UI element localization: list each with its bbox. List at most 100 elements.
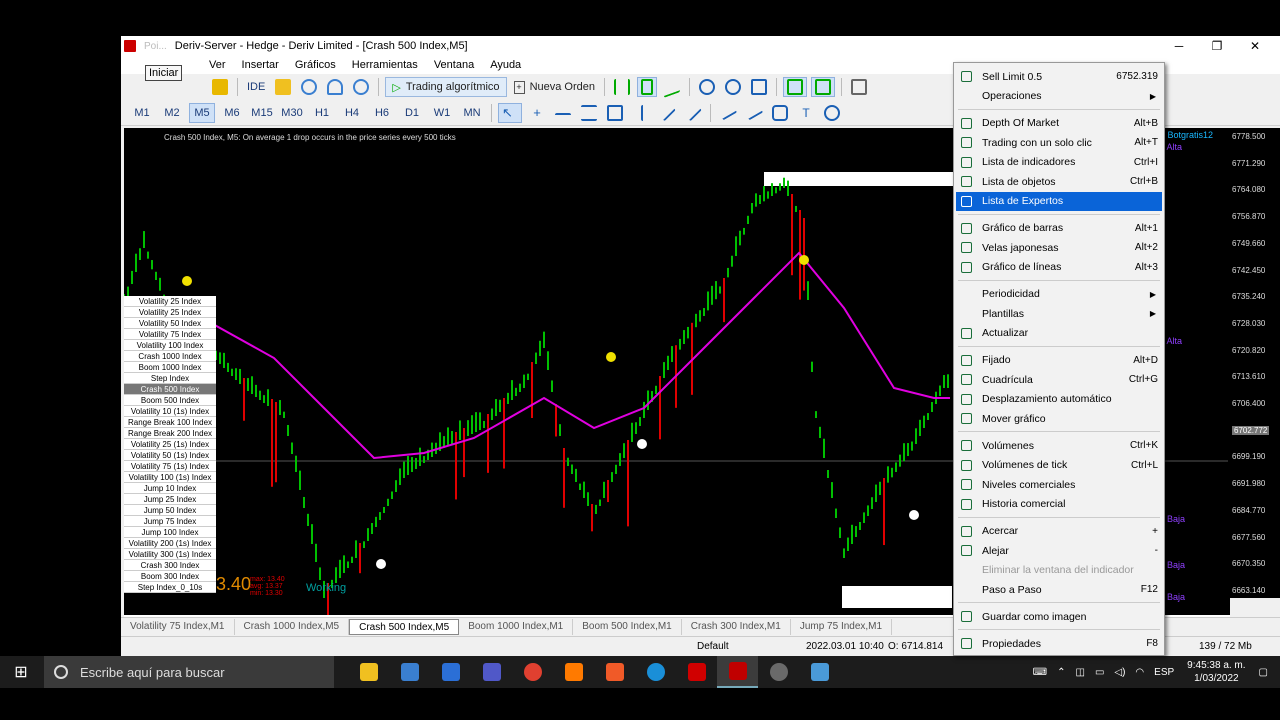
taskbar-app[interactable] — [512, 656, 553, 688]
symbol-item[interactable]: Step Index — [124, 373, 216, 384]
symbol-item[interactable]: Crash 1000 Index — [124, 351, 216, 362]
notifications-icon[interactable]: ▢ — [1259, 667, 1268, 678]
ray-tool[interactable] — [682, 103, 704, 123]
ide-button[interactable]: IDE — [244, 77, 268, 97]
chart-tab[interactable]: Crash 300 Index,M1 — [682, 618, 791, 635]
symbol-item[interactable]: Volatility 25 Index — [124, 296, 216, 307]
algo-trading-button[interactable]: ▷ Trading algorítmico — [385, 77, 507, 97]
wifi-icon[interactable]: ◠ — [1135, 667, 1144, 678]
menu-item-lista-de-indicadores[interactable]: Lista de indicadores Ctrl+I — [956, 153, 1162, 172]
taskbar-app[interactable] — [471, 656, 512, 688]
taskbar-app[interactable] — [553, 656, 594, 688]
symbol-item[interactable]: Crash 300 Index — [124, 560, 216, 571]
menu-item-sell-limit-0-5[interactable]: Sell Limit 0.5 6752.319 — [956, 67, 1162, 86]
tf-h4[interactable]: H4 — [339, 103, 365, 123]
zoom-in-button[interactable] — [696, 77, 718, 97]
hline-tool[interactable] — [552, 103, 574, 123]
chart-tab[interactable]: Crash 500 Index,M5 — [349, 618, 460, 635]
symbol-item[interactable]: Boom 300 Index — [124, 571, 216, 582]
restore-button[interactable]: ❐ — [1198, 36, 1236, 56]
lock-button[interactable] — [272, 77, 294, 97]
symbol-item[interactable]: Volatility 100 (1s) Index — [124, 472, 216, 483]
new-order-button[interactable]: + Nueva Orden — [511, 77, 598, 97]
menu-item-lista-de-objetos[interactable]: Lista de objetos Ctrl+B — [956, 172, 1162, 191]
symbol-item[interactable]: Volatility 100 Index — [124, 340, 216, 351]
chart-tab[interactable]: Boom 500 Index,M1 — [573, 618, 682, 635]
language-indicator[interactable]: ESP — [1154, 667, 1174, 678]
vps-button[interactable] — [350, 77, 372, 97]
symbol-item[interactable]: Range Break 200 Index — [124, 428, 216, 439]
tf-m30[interactable]: M30 — [279, 103, 305, 123]
symbol-item[interactable]: Boom 1000 Index — [124, 362, 216, 373]
gann-tool[interactable] — [743, 103, 765, 123]
menu-ventana[interactable]: Ventana — [426, 59, 482, 71]
menu-item-grafico-de-lineas[interactable]: Gráfico de líneas Alt+3 — [956, 258, 1162, 277]
chart-tab[interactable]: Jump 75 Index,M1 — [791, 618, 893, 635]
clock[interactable]: 9:45:38 a. m. 1/03/2022 — [1187, 659, 1245, 685]
taskbar-app[interactable] — [799, 656, 840, 688]
menu-item-volumenes-de-tick[interactable]: Volúmenes de tick Ctrl+L — [956, 456, 1162, 475]
battery-icon[interactable]: ▭ — [1095, 667, 1104, 678]
candles-button[interactable] — [637, 77, 657, 97]
zoom-out-button[interactable] — [722, 77, 744, 97]
taskbar-app[interactable] — [676, 656, 717, 688]
minimize-button[interactable]: ─ — [1160, 36, 1198, 56]
symbol-item[interactable]: Jump 75 Index — [124, 516, 216, 527]
taskbar-app[interactable] — [594, 656, 635, 688]
menu-ayuda[interactable]: Ayuda — [482, 59, 529, 71]
signal-button[interactable] — [298, 77, 320, 97]
symbol-item[interactable]: Volatility 75 (1s) Index — [124, 461, 216, 472]
chart-tab[interactable]: Crash 1000 Index,M5 — [235, 618, 350, 635]
taskbar-app[interactable] — [389, 656, 430, 688]
menu-item-niveles-comerciales[interactable]: Niveles comerciales — [956, 475, 1162, 494]
symbol-item[interactable]: Jump 10 Index — [124, 483, 216, 494]
trendline-tool[interactable] — [656, 103, 678, 123]
chart-tab[interactable]: Boom 1000 Index,M1 — [459, 618, 574, 635]
close-button[interactable]: ✕ — [1236, 36, 1274, 56]
symbol-item[interactable]: Boom 500 Index — [124, 395, 216, 406]
menu-item-actualizar[interactable]: Actualizar — [956, 324, 1162, 343]
menu-item-historia-comercial[interactable]: Historia comercial — [956, 495, 1162, 514]
network-icon[interactable]: ◫ — [1075, 667, 1084, 678]
symbol-item[interactable]: Volatility 50 (1s) Index — [124, 450, 216, 461]
chart-shift-button[interactable] — [811, 77, 835, 97]
tf-m1[interactable]: M1 — [129, 103, 155, 123]
menu-item-operaciones[interactable]: Operaciones ▶ — [956, 87, 1162, 106]
symbol-item[interactable]: Volatility 200 (1s) Index — [124, 538, 216, 549]
crosshair-tool[interactable]: + — [526, 103, 548, 123]
tf-m2[interactable]: M2 — [159, 103, 185, 123]
menu-item-acercar[interactable]: Acercar + — [956, 522, 1162, 541]
menu-herramientas[interactable]: Herramientas — [344, 59, 426, 71]
cloud-button[interactable] — [324, 77, 346, 97]
symbol-item[interactable]: Volatility 25 (1s) Index — [124, 439, 216, 450]
tf-h6[interactable]: H6 — [369, 103, 395, 123]
taskbar-app[interactable] — [717, 656, 758, 688]
symbol-item[interactable]: Jump 50 Index — [124, 505, 216, 516]
label-tool[interactable] — [769, 103, 791, 123]
symbol-item[interactable]: Jump 25 Index — [124, 494, 216, 505]
menu-item-guardar-como-imagen[interactable]: Guardar como imagen — [956, 607, 1162, 626]
line-chart-button[interactable] — [661, 76, 683, 98]
menu-item-propiedades[interactable]: Propiedades F8 — [956, 634, 1162, 653]
symbol-item[interactable]: Crash 500 Index — [124, 384, 216, 395]
symbol-item[interactable]: Range Break 100 Index — [124, 417, 216, 428]
symbol-item[interactable]: Volatility 25 Index — [124, 307, 216, 318]
tf-w1[interactable]: W1 — [429, 103, 455, 123]
menu-item-paso-a-paso[interactable]: Paso a Paso F12 — [956, 580, 1162, 599]
tf-m6[interactable]: M6 — [219, 103, 245, 123]
symbol-item[interactable]: Volatility 10 (1s) Index — [124, 406, 216, 417]
volume-icon[interactable]: ◁) — [1114, 667, 1125, 678]
menu-ver[interactable]: Ver — [201, 59, 234, 71]
start-button[interactable]: ⊞ — [0, 656, 42, 688]
cursor-tool[interactable]: ↖ — [498, 102, 522, 123]
keyboard-icon[interactable]: ⌨ — [1033, 667, 1047, 678]
symbol-item[interactable]: Step Index_0_10s — [124, 582, 216, 593]
fibo-tool[interactable] — [717, 103, 739, 123]
chart-tab[interactable]: Volatility 75 Index,M1 — [121, 618, 235, 635]
tile-button[interactable] — [748, 77, 770, 97]
channel-tool[interactable] — [578, 103, 600, 123]
symbol-item[interactable]: Volatility 300 (1s) Index — [124, 549, 216, 560]
menu-item-mover-grafico[interactable]: Mover gráfico — [956, 409, 1162, 428]
menu-insertar[interactable]: Insertar — [234, 59, 287, 71]
tf-m15[interactable]: M15 — [249, 103, 275, 123]
